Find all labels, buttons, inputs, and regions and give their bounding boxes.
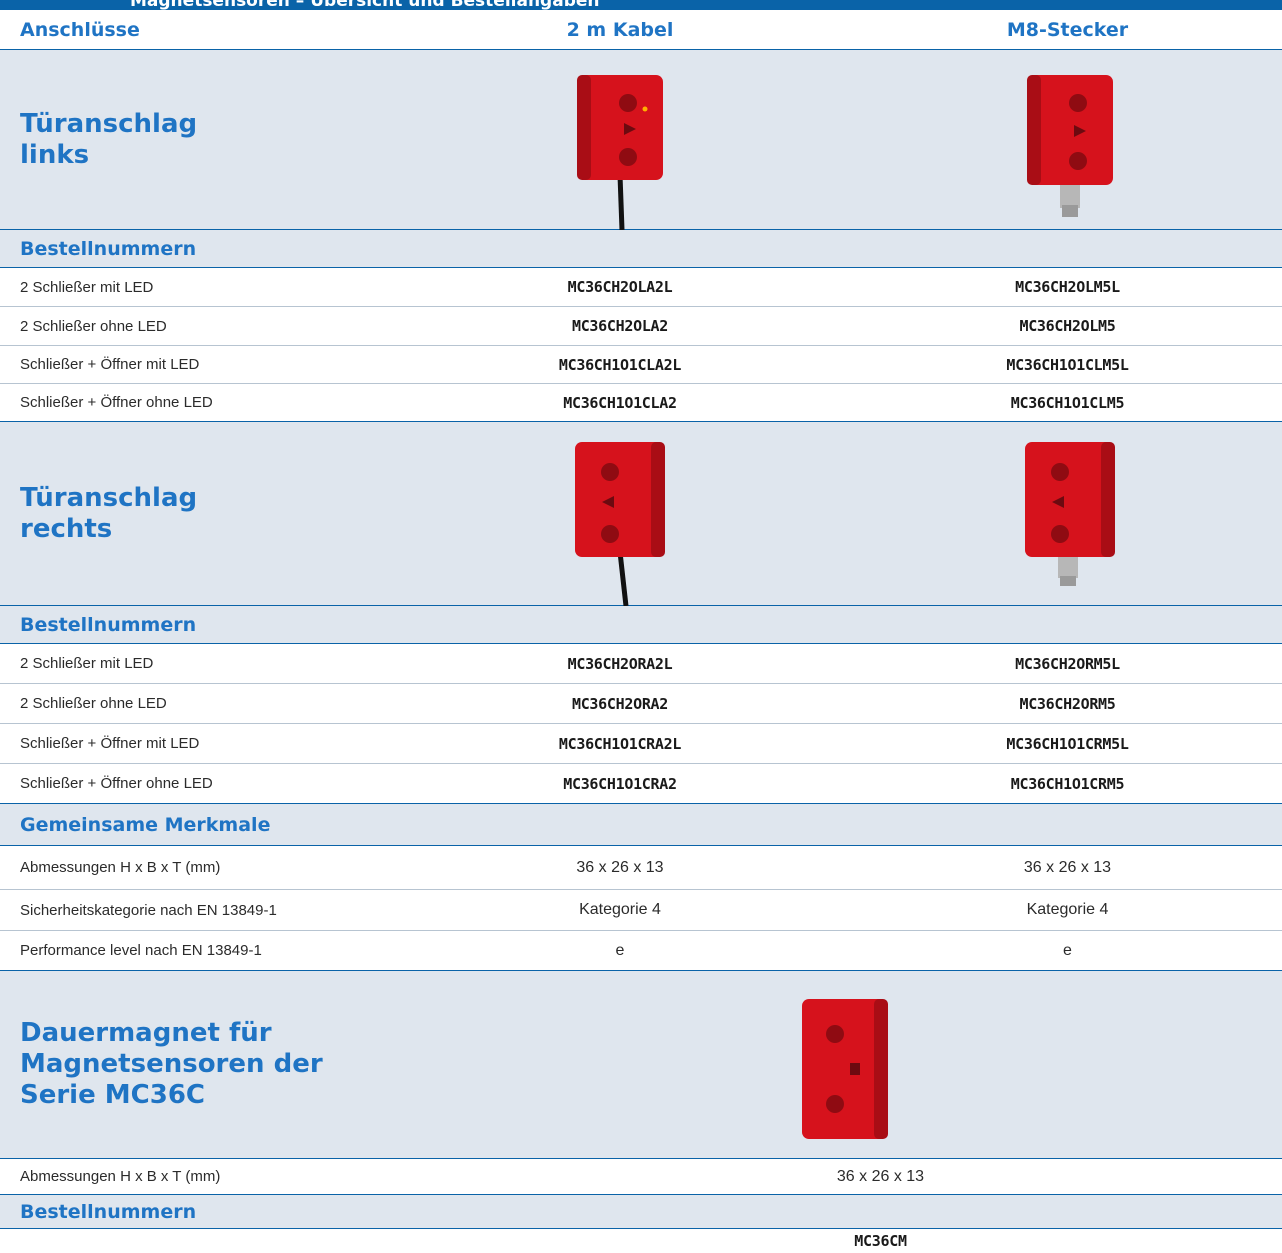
right-hinge-order-heading: Bestellnummern: [20, 613, 197, 636]
table-row: Performance level nach EN 13849-1 e e: [0, 931, 1282, 971]
order-code-m8: MC36CH2ORM5L: [1015, 654, 1120, 673]
table-row: Schließer + Öffner ohne LED MC36CH1O1CRA…: [0, 764, 1282, 804]
order-code-cable: MC36CH2ORA2L: [567, 654, 673, 673]
table-row: 2 Schließer mit LED MC36CH2OLA2L MC36CH2…: [0, 268, 1282, 307]
magnet-image-row: Dauermagnet für Magnetsensoren der Serie…: [0, 971, 1282, 1159]
order-code-cable: MC36CH2OLA2: [571, 317, 669, 335]
order-code-cable: MC36CH1O1CLA2: [563, 393, 677, 412]
order-code-m8: MC36CH2ORM5: [1019, 694, 1116, 713]
row-label: 2 Schließer ohne LED: [20, 317, 167, 335]
row-label: Schließer + Öffner mit LED: [20, 356, 200, 373]
order-code-m8: MC36CH2OLM5: [1019, 317, 1116, 335]
row-label: Sicherheitskategorie nach EN 13849-1: [20, 901, 277, 919]
table-row: Abmessungen H x B x T (mm) 36 x 26 x 13 …: [0, 846, 1282, 890]
value-cable: e: [615, 941, 625, 959]
order-code-cable: MC36CH2ORA2: [571, 694, 669, 713]
value-m8: e: [1063, 941, 1072, 959]
table-row: Schließer + Öffner ohne LED MC36CH1O1CLA…: [0, 384, 1282, 422]
magnet-order-code: MC36CM: [854, 1232, 907, 1250]
value-cable: Kategorie 4: [579, 901, 661, 918]
column-header-m8: M8-Stecker: [1006, 18, 1129, 41]
left-hinge-image-row: Türanschlag links: [0, 50, 1282, 230]
value-m8: Kategorie 4: [1026, 901, 1109, 918]
table-row: Schließer + Öffner mit LED MC36CH1O1CRA2…: [0, 724, 1282, 764]
order-code-m8: MC36CH1O1CLM5: [1010, 393, 1125, 412]
left-hinge-order-heading: Bestellnummern: [20, 237, 197, 260]
magnet-title: Dauermagnet für Magnetsensoren der Serie…: [20, 1018, 323, 1110]
sensor-cable-image: [540, 75, 700, 230]
value-m8: 36 x 26 x 13: [1023, 858, 1112, 876]
left-hinge-order-heading-row: Bestellnummern: [0, 230, 1282, 268]
table-row: 2 Schließer mit LED MC36CH2ORA2L MC36CH2…: [0, 644, 1282, 684]
order-code-cable: MC36CH1O1CLA2L: [558, 355, 682, 374]
table-row: Schließer + Öffner mit LED MC36CH1O1CLA2…: [0, 346, 1282, 384]
order-code-m8: MC36CH1O1CLM5L: [1006, 355, 1129, 374]
order-code-cable: MC36CH2OLA2L: [567, 278, 673, 296]
table-row: 2 Schließer ohne LED MC36CH2ORA2 MC36CH2…: [0, 684, 1282, 724]
row-label: Schließer + Öffner ohne LED: [20, 775, 213, 792]
column-header-row: Anschlüsse 2 m Kabel M8-Stecker: [0, 10, 1282, 50]
right-hinge-image-row: Türanschlag rechts: [0, 422, 1282, 606]
row-label: Abmessungen H x B x T (mm): [20, 859, 221, 876]
common-features-heading: Gemeinsame Merkmale: [20, 813, 271, 836]
value-cable: 36 x 26 x 13: [576, 858, 664, 876]
magnet-order-heading-row: Bestellnummern: [0, 1195, 1282, 1229]
sensor-m8-image: [990, 75, 1150, 230]
row-label: Performance level nach EN 13849-1: [20, 942, 262, 959]
sensor-cable-image: [540, 442, 700, 606]
column-header-connections: Anschlüsse: [20, 18, 140, 41]
right-hinge-order-heading-row: Bestellnummern: [0, 606, 1282, 644]
magnet-order-heading: Bestellnummern: [20, 1200, 197, 1223]
table-row: Sicherheitskategorie nach EN 13849-1 Kat…: [0, 890, 1282, 931]
title-bar: Magnetsensoren – Übersicht und Bestellan…: [0, 0, 1282, 11]
datasheet-page: Magnetsensoren – Übersicht und Bestellan…: [0, 0, 1282, 1253]
row-label: 2 Schließer mit LED: [20, 655, 154, 672]
left-hinge-title: Türanschlag links: [20, 108, 198, 170]
sensor-m8-image: [990, 442, 1150, 606]
row-label: Schließer + Öffner mit LED: [20, 735, 200, 752]
magnet-dimensions-row: Abmessungen H x B x T (mm) 36 x 26 x 13: [0, 1159, 1282, 1195]
right-hinge-title: Türanschlag rechts: [20, 482, 198, 544]
order-code-cable: MC36CH1O1CRA2: [563, 774, 677, 793]
order-code-cable: MC36CH1O1CRA2L: [558, 734, 682, 753]
common-features-heading-row: Gemeinsame Merkmale: [0, 804, 1282, 846]
order-code-m8: MC36CH1O1CRM5L: [1006, 734, 1129, 753]
row-label: Schließer + Öffner ohne LED: [20, 394, 213, 411]
order-code-m8: MC36CH2OLM5L: [1015, 278, 1120, 296]
row-label: 2 Schließer ohne LED: [20, 695, 167, 712]
magnet-image: [790, 999, 900, 1149]
table-row: 2 Schließer ohne LED MC36CH2OLA2 MC36CH2…: [0, 307, 1282, 346]
column-header-cable: 2 m Kabel: [566, 18, 674, 41]
row-label: Abmessungen H x B x T (mm): [20, 1168, 221, 1185]
order-code-m8: MC36CH1O1CRM5: [1010, 774, 1125, 793]
row-label: 2 Schließer mit LED: [20, 278, 154, 296]
magnet-dimensions-value: 36 x 26 x 13: [836, 1167, 925, 1185]
magnet-order-code-row: MC36CM: [0, 1229, 1282, 1253]
